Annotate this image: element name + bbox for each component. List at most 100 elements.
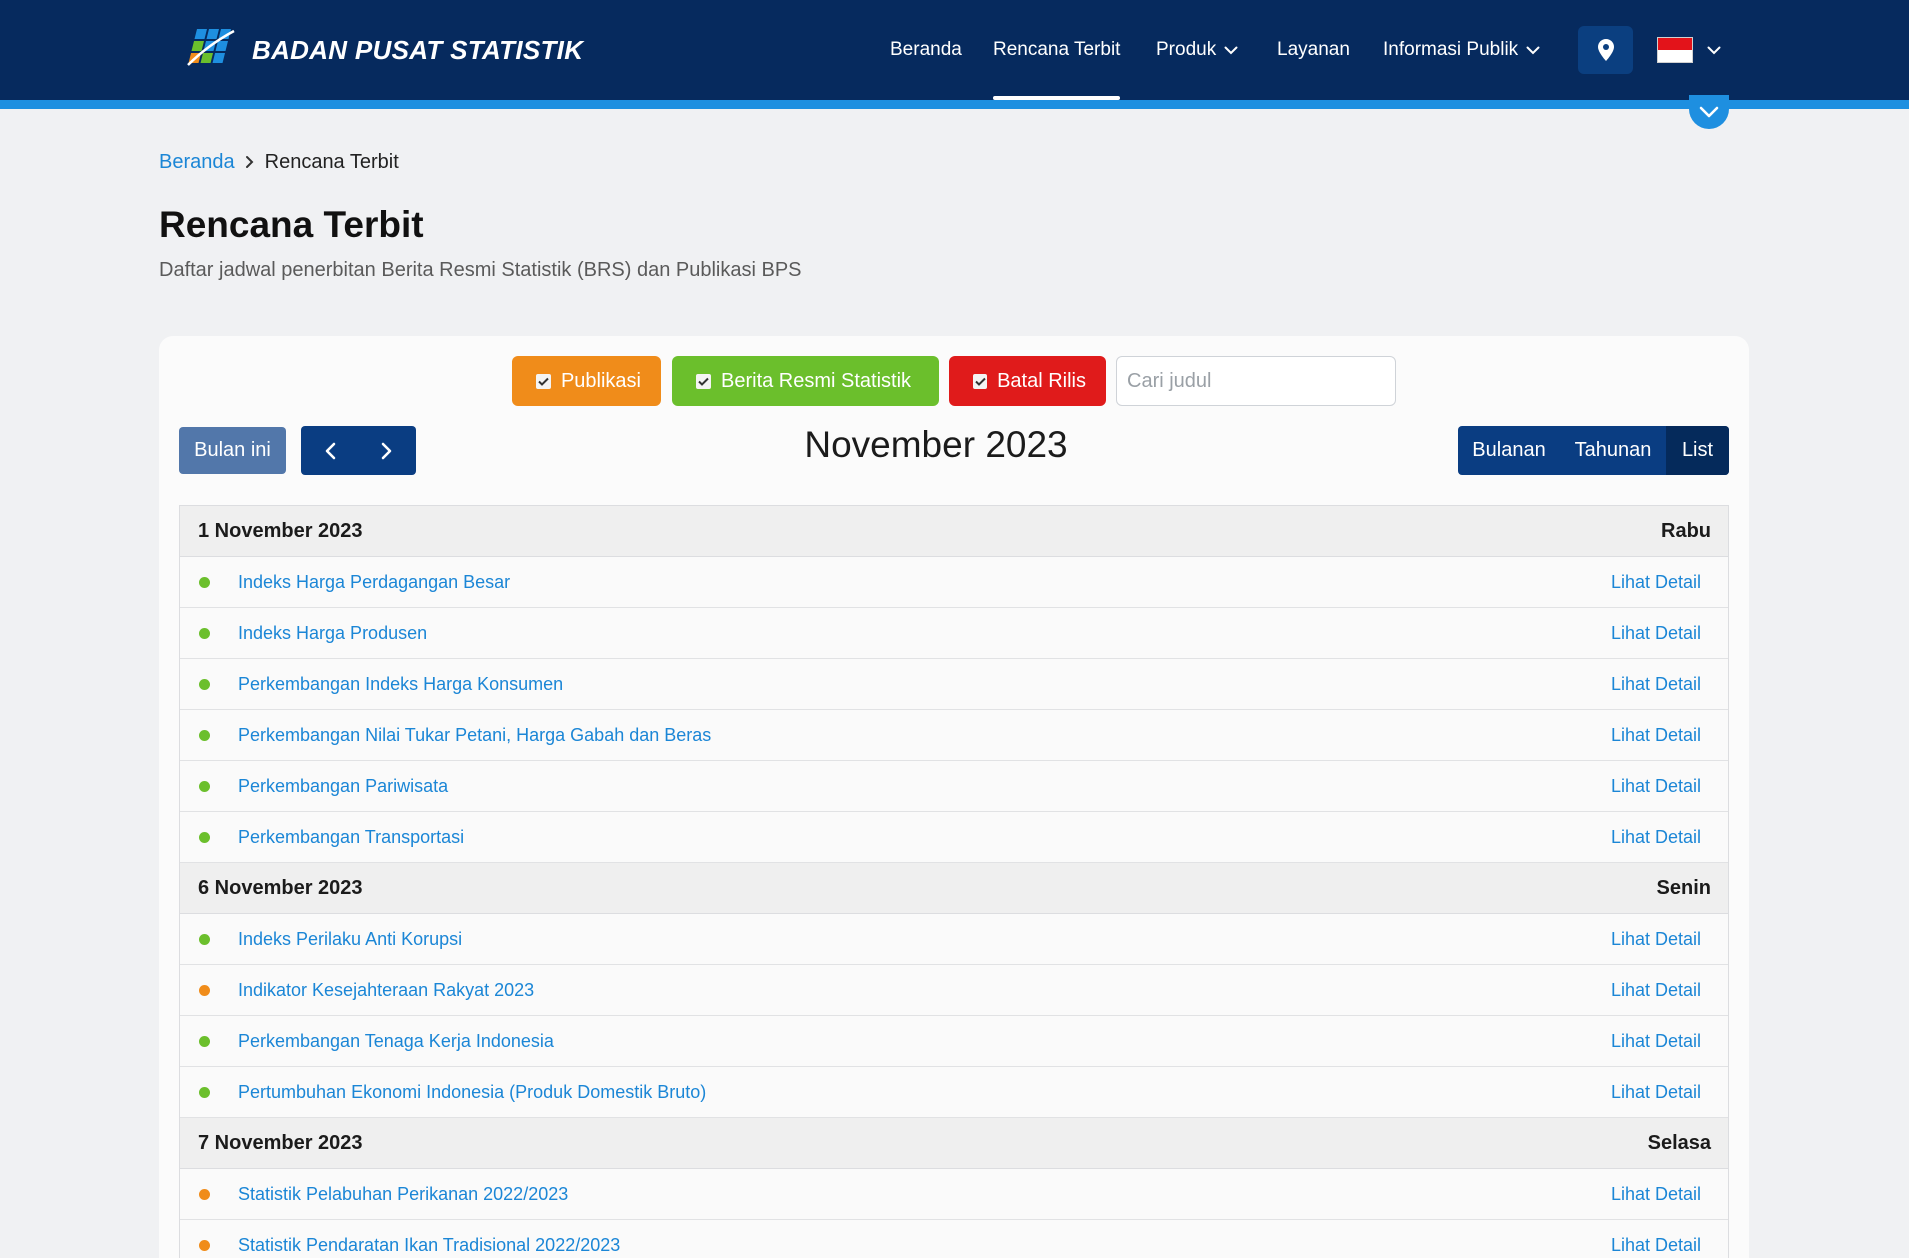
release-title-link[interactable]: Statistik Pendaratan Ikan Tradisional 20… (238, 1235, 1611, 1256)
detail-link[interactable]: Lihat Detail (1611, 725, 1701, 746)
day-header: 7 November 2023 Selasa (180, 1118, 1728, 1169)
nav-item-layanan[interactable]: Layanan (1277, 0, 1350, 100)
brs-dot-icon (199, 729, 210, 741)
list-item: Statistik Pelabuhan Perikanan 2022/2023 … (180, 1169, 1728, 1220)
filter-label: Berita Resmi Statistik (721, 369, 912, 392)
release-title-link[interactable]: Indikator Kesejahteraan Rakyat 2023 (238, 980, 1611, 1001)
chevron-right-icon (381, 442, 392, 459)
day-date: 6 November 2023 (198, 876, 363, 899)
nav-item-label: Produk (1156, 39, 1217, 60)
brs-dot-icon (199, 1035, 210, 1047)
day-header: 6 November 2023 Senin (180, 863, 1728, 914)
day-header: 1 November 2023 Rabu (180, 506, 1728, 557)
day-date: 1 November 2023 (198, 519, 363, 542)
list-item: Perkembangan Transportasi Lihat Detail (180, 812, 1728, 863)
chevron-down-icon (1699, 106, 1719, 118)
month-title: November 2023 (804, 424, 1068, 465)
list-item: Indeks Perilaku Anti Korupsi Lihat Detai… (180, 914, 1728, 965)
location-button[interactable] (1578, 26, 1633, 74)
chevron-left-icon (325, 442, 336, 459)
checkbox-checked-icon[interactable] (536, 373, 551, 389)
indonesia-flag-icon (1657, 37, 1693, 63)
day-date: 7 November 2023 (198, 1131, 363, 1154)
filter-batal-rilis[interactable]: Batal Rilis (949, 356, 1106, 406)
brs-dot-icon (199, 576, 210, 588)
publikasi-dot-icon (199, 984, 210, 996)
chevron-down-icon (1526, 46, 1540, 54)
bps-logo-icon (187, 29, 235, 66)
detail-link[interactable]: Lihat Detail (1611, 1082, 1701, 1103)
scroll-down-toggle[interactable] (1689, 95, 1729, 129)
list-item: Pertumbuhan Ekonomi Indonesia (Produk Do… (180, 1067, 1728, 1118)
detail-link[interactable]: Lihat Detail (1611, 980, 1701, 1001)
next-month-button[interactable] (359, 426, 417, 475)
nav-item-informasi-publik[interactable]: Informasi Publik (1383, 0, 1540, 100)
nav-item-beranda[interactable]: Beranda (890, 0, 962, 100)
nav-item-produk[interactable]: Produk (1156, 0, 1238, 100)
nav-item-rencana-terbit[interactable]: Rencana Terbit (993, 0, 1121, 100)
filter-label: Publikasi (560, 369, 641, 392)
list-item: Indikator Kesejahteraan Rakyat 2023 Liha… (180, 965, 1728, 1016)
list-item: Indeks Harga Perdagangan Besar Lihat Det… (180, 557, 1728, 608)
checkbox-checked-icon[interactable] (973, 373, 988, 389)
release-title-link[interactable]: Indeks Harga Perdagangan Besar (238, 572, 1611, 593)
brs-dot-icon (199, 780, 210, 792)
breadcrumb-current: Rencana Terbit (264, 150, 399, 173)
map-pin-icon (1597, 39, 1614, 61)
search-input[interactable] (1116, 356, 1396, 406)
brand-logo[interactable]: BADAN PUSAT STATISTIK (178, 24, 583, 76)
view-bulanan-button[interactable]: Bulanan (1458, 426, 1560, 475)
release-title-link[interactable]: Perkembangan Nilai Tukar Petani, Harga G… (238, 725, 1611, 746)
detail-link[interactable]: Lihat Detail (1611, 623, 1701, 644)
detail-link[interactable]: Lihat Detail (1611, 929, 1701, 950)
brs-dot-icon (199, 678, 210, 690)
nav-item-label: Layanan (1277, 39, 1350, 60)
publikasi-dot-icon (199, 1188, 210, 1200)
nav-item-label: Rencana Terbit (993, 39, 1121, 60)
view-switcher: Bulanan Tahunan List (1458, 426, 1729, 475)
release-title-link[interactable]: Perkembangan Indeks Harga Konsumen (238, 674, 1611, 695)
list-item: Perkembangan Nilai Tukar Petani, Harga G… (180, 710, 1728, 761)
list-item: Perkembangan Pariwisata Lihat Detail (180, 761, 1728, 812)
list-item: Perkembangan Tenaga Kerja Indonesia Liha… (180, 1016, 1728, 1067)
release-title-link[interactable]: Perkembangan Tenaga Kerja Indonesia (238, 1031, 1611, 1052)
release-title-link[interactable]: Statistik Pelabuhan Perikanan 2022/2023 (238, 1184, 1611, 1205)
detail-link[interactable]: Lihat Detail (1611, 1184, 1701, 1205)
release-title-link[interactable]: Perkembangan Transportasi (238, 827, 1611, 848)
day-weekday: Senin (1656, 876, 1711, 899)
detail-link[interactable]: Lihat Detail (1611, 572, 1701, 593)
header-accent-line (0, 100, 1909, 109)
view-tahunan-button[interactable]: Tahunan (1560, 426, 1666, 475)
release-title-link[interactable]: Pertumbuhan Ekonomi Indonesia (Produk Do… (238, 1082, 1611, 1103)
filter-berita-resmi-statistik[interactable]: Berita Resmi Statistik (672, 356, 939, 406)
release-title-link[interactable]: Indeks Perilaku Anti Korupsi (238, 929, 1611, 950)
filter-publikasi[interactable]: Publikasi (512, 356, 661, 406)
view-list-button[interactable]: List (1666, 426, 1729, 475)
day-weekday: Rabu (1661, 519, 1711, 542)
breadcrumb-home-link[interactable]: Beranda (159, 151, 235, 174)
detail-link[interactable]: Lihat Detail (1611, 1031, 1701, 1052)
language-selector[interactable] (1657, 36, 1721, 64)
prev-month-button[interactable] (301, 426, 359, 475)
nav-item-label: Informasi Publik (1383, 39, 1519, 60)
page-subtitle: Daftar jadwal penerbitan Berita Resmi St… (159, 259, 802, 281)
page-title: Rencana Terbit (159, 204, 424, 245)
brs-dot-icon (199, 933, 210, 945)
detail-link[interactable]: Lihat Detail (1611, 776, 1701, 797)
list-item: Indeks Harga Produsen Lihat Detail (180, 608, 1728, 659)
list-item: Statistik Pendaratan Ikan Tradisional 20… (180, 1220, 1728, 1258)
brs-dot-icon (199, 1086, 210, 1098)
brand-name: BADAN PUSAT STATISTIK (252, 34, 584, 65)
nav-item-label: Beranda (890, 39, 962, 60)
day-weekday: Selasa (1647, 1131, 1711, 1154)
chevron-down-icon (1224, 46, 1238, 54)
list-item: Perkembangan Indeks Harga Konsumen Lihat… (180, 659, 1728, 710)
checkbox-checked-icon[interactable] (696, 373, 711, 389)
release-title-link[interactable]: Perkembangan Pariwisata (238, 776, 1611, 797)
release-list: 1 November 2023 Rabu Indeks Harga Perdag… (179, 505, 1729, 1258)
this-month-button[interactable]: Bulan ini (179, 427, 286, 474)
release-title-link[interactable]: Indeks Harga Produsen (238, 623, 1611, 644)
detail-link[interactable]: Lihat Detail (1611, 674, 1701, 695)
detail-link[interactable]: Lihat Detail (1611, 827, 1701, 848)
detail-link[interactable]: Lihat Detail (1611, 1235, 1701, 1256)
